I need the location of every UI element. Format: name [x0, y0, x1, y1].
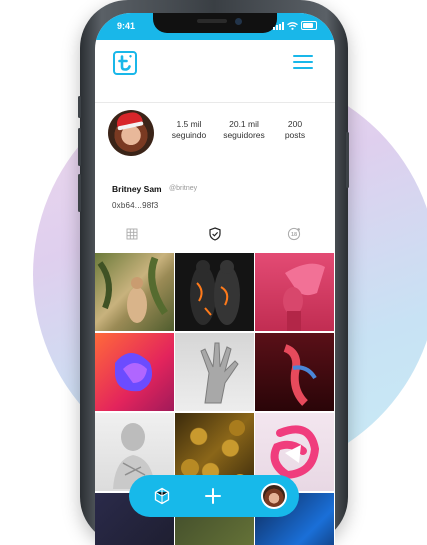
hexagon-network-icon [154, 487, 170, 505]
grid-icon [126, 228, 138, 240]
phone-side-button [78, 96, 81, 118]
battery-icon [301, 21, 317, 30]
stat-value: 1.5 mil [176, 119, 202, 129]
status-bar: 9:41 [95, 13, 335, 40]
hamburger-menu-button[interactable] [293, 53, 313, 71]
notch [153, 13, 277, 33]
pink-head-artwork [283, 263, 325, 331]
profile-section: 1.5 mil seguindo 20.1 mil seguidores 200… [95, 103, 335, 248]
bottom-navigation [129, 475, 299, 517]
stat-label: seguidores [223, 130, 265, 140]
nav-profile-avatar[interactable] [261, 483, 287, 509]
nft-badge-icon: 18 [287, 227, 301, 241]
grid-item[interactable] [255, 333, 334, 411]
tab-nft[interactable]: 18 [287, 227, 301, 241]
svg-text:18: 18 [291, 232, 297, 238]
phone-side-button [78, 128, 81, 166]
red-figure-artwork [283, 344, 317, 406]
grid-item[interactable] [255, 253, 334, 331]
stat-followers[interactable]: 20.1 mil seguidores [219, 119, 269, 141]
app-screen: 9:41 1.5 mil seguindo 20.1 mil seguidore… [95, 13, 335, 545]
app-logo-icon[interactable] [113, 51, 137, 75]
front-camera [235, 18, 242, 25]
stat-posts[interactable]: 200 posts [279, 119, 311, 141]
metal-hand-artwork [200, 342, 239, 404]
stat-value: 200 [287, 119, 303, 129]
shield-check-icon [209, 227, 221, 241]
nav-add-button[interactable] [204, 487, 222, 505]
stat-following[interactable]: 1.5 mil seguindo [168, 119, 210, 141]
stat-value: 20.1 mil [229, 119, 259, 129]
grid-item[interactable] [95, 253, 174, 331]
signal-icon [273, 21, 284, 30]
nav-explore-button[interactable] [153, 487, 171, 505]
phone-side-button [78, 174, 81, 212]
plus-icon [205, 488, 221, 504]
phone-side-button [346, 132, 349, 188]
stat-label: seguindo [171, 130, 207, 140]
profile-tabs: 18 [95, 227, 335, 243]
tab-grid[interactable] [126, 227, 140, 241]
grid-item[interactable] [175, 253, 254, 331]
wifi-icon [287, 21, 298, 30]
jungle-figure-artwork [97, 256, 168, 323]
profile-handle: @britney [169, 185, 198, 192]
wallet-address[interactable]: 0xb64...98f3 [112, 201, 158, 210]
status-icons [273, 21, 317, 30]
status-time: 9:41 [117, 21, 136, 31]
tab-verified[interactable] [208, 227, 222, 241]
profile-name: Britney Sam [112, 184, 162, 194]
santa-hat-decoration [115, 110, 143, 128]
grid-item[interactable] [95, 333, 174, 411]
speaker [197, 19, 227, 23]
stat-label: posts [284, 130, 306, 140]
profile-avatar[interactable] [108, 110, 154, 156]
glowing-figures-artwork [190, 260, 240, 325]
purple-blob-artwork [115, 353, 153, 392]
grid-item[interactable] [175, 333, 254, 411]
app-header [95, 40, 335, 103]
